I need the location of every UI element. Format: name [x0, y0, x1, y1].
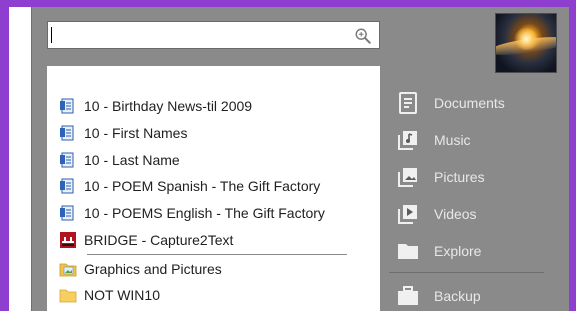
item-label: 10 - First Names — [84, 125, 188, 141]
list-divider — [87, 254, 347, 255]
search-input[interactable] — [47, 21, 380, 49]
sidebar-item-music[interactable]: Music — [397, 127, 471, 153]
window-frame: 10 - Birthday News-til 2009 10 - First N… — [0, 0, 576, 311]
item-label: NOT WIN10 — [84, 287, 160, 303]
recent-items-list: 10 - Birthday News-til 2009 10 - First N… — [47, 66, 380, 311]
item-label: Graphics and Pictures — [84, 261, 222, 277]
sidebar-label: Backup — [434, 288, 481, 304]
list-item[interactable]: NOT WIN10 — [59, 283, 160, 307]
list-item[interactable]: Graphics and Pictures — [59, 257, 222, 281]
sidebar-item-pictures[interactable]: Pictures — [397, 164, 485, 190]
sidebar-label: Documents — [434, 95, 505, 111]
videos-icon — [398, 205, 417, 224]
text-caret — [51, 27, 52, 43]
sidebar-label: Videos — [434, 206, 477, 222]
list-item[interactable]: 10 - POEM Spanish - The Gift Factory — [59, 174, 320, 198]
sidebar-item-documents[interactable]: Documents — [397, 90, 505, 116]
item-label: BRIDGE - Capture2Text — [84, 232, 234, 248]
documents-icon — [399, 92, 417, 114]
folder-image-icon — [59, 263, 77, 277]
document-icon — [60, 178, 74, 194]
document-icon — [60, 125, 74, 141]
search-icon[interactable] — [354, 27, 372, 45]
item-label: 10 - POEM Spanish - The Gift Factory — [84, 178, 321, 194]
sidebar-divider — [389, 272, 544, 273]
document-icon — [60, 98, 74, 114]
folder-icon — [59, 289, 77, 303]
pictures-icon — [398, 168, 417, 187]
item-label: 10 - Birthday News-til 2009 — [84, 98, 253, 114]
app-icon — [60, 232, 76, 248]
sidebar-item-videos[interactable]: Videos — [397, 201, 477, 227]
list-item[interactable]: 10 - Last Name — [59, 148, 180, 172]
sidebar-label: Pictures — [434, 169, 485, 185]
document-icon — [60, 205, 74, 221]
sidebar-item-explore[interactable]: Explore — [397, 238, 481, 264]
briefcase-icon — [398, 286, 418, 305]
avatar-sun — [514, 28, 538, 50]
sidebar-item-backup[interactable]: Backup — [397, 283, 481, 309]
sidebar-label: Explore — [434, 243, 482, 259]
list-item[interactable]: BRIDGE - Capture2Text — [59, 228, 233, 252]
sidebar-label: Music — [434, 132, 471, 148]
document-icon — [60, 152, 74, 168]
item-label: 10 - Last Name — [84, 152, 180, 168]
user-avatar[interactable] — [495, 13, 557, 73]
item-label: 10 - POEMS English - The Gift Factory — [84, 205, 325, 221]
music-icon — [398, 131, 417, 150]
list-item[interactable]: 10 - Birthday News-til 2009 — [59, 94, 252, 118]
list-item[interactable]: 10 - First Names — [59, 121, 187, 145]
folder-icon — [398, 244, 418, 259]
list-item[interactable]: 10 - POEMS English - The Gift Factory — [59, 201, 325, 225]
start-menu-panel: 10 - Birthday News-til 2009 10 - First N… — [31, 7, 569, 311]
